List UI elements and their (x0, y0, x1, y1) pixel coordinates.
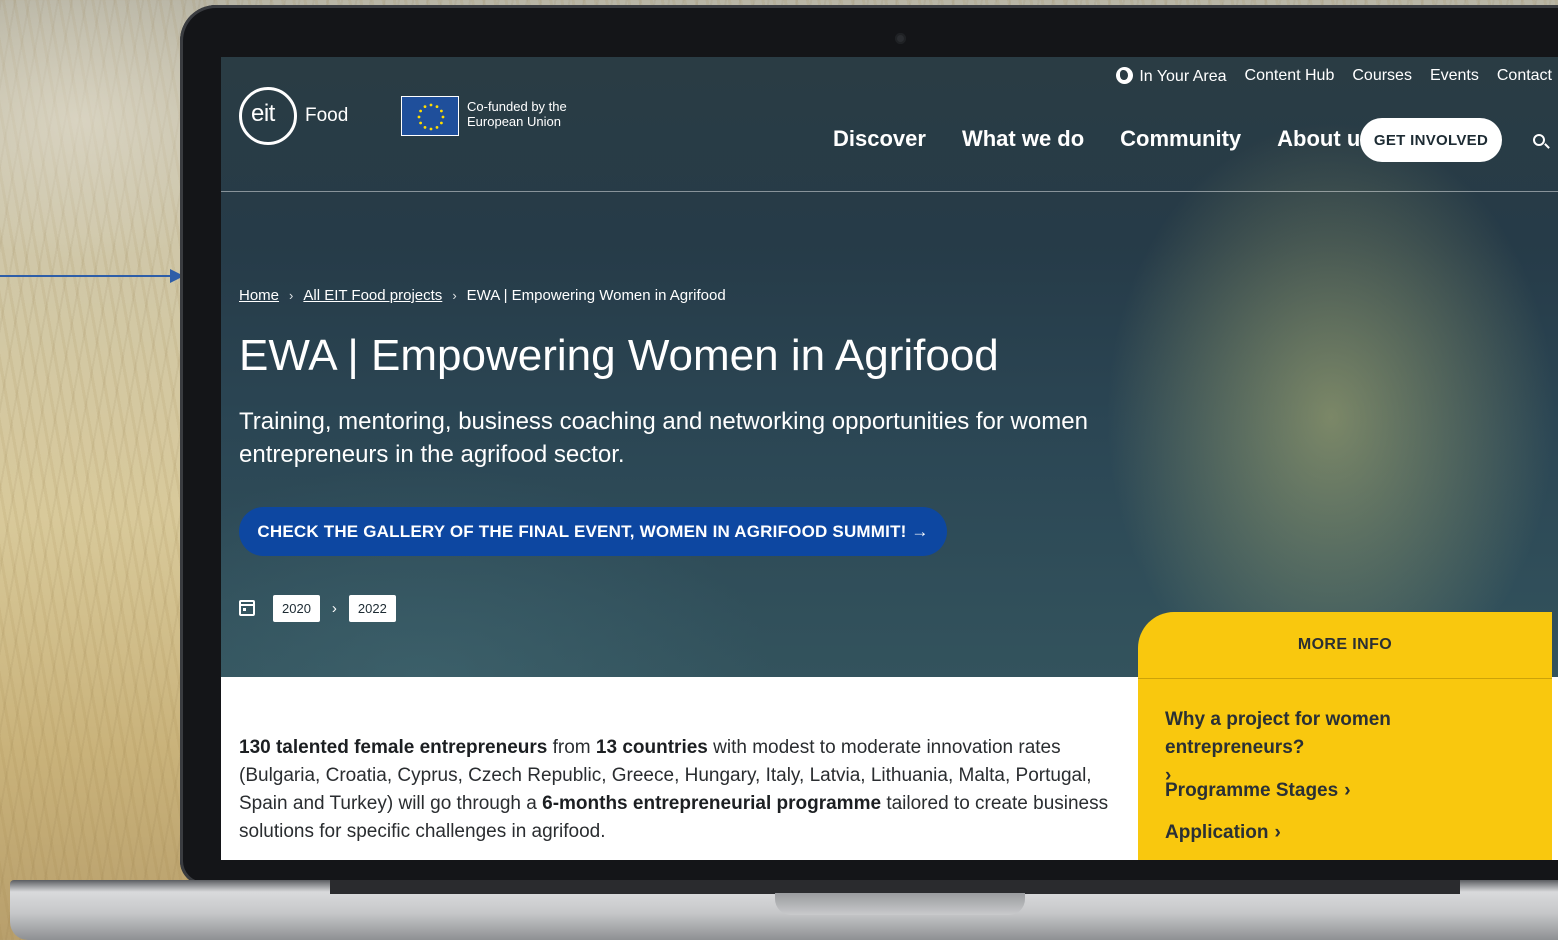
gallery-cta-button[interactable]: CHECK THE GALLERY OF THE FINAL EVENT, WO… (239, 507, 947, 556)
date-end-badge: 2022 (348, 594, 396, 622)
nav-about-us[interactable]: About us (1277, 126, 1372, 152)
page-title: EWA | Empowering Women in Agrifood (239, 331, 999, 380)
logo-brand-text: eit (251, 100, 275, 127)
page-subtitle: Training, mentoring, business coaching a… (239, 408, 1088, 468)
nav-discover[interactable]: Discover (833, 126, 926, 152)
get-involved-button[interactable]: GET INVOLVED (1360, 118, 1502, 162)
more-info-link-programme-stages[interactable]: Programme Stages › (1165, 777, 1535, 805)
main-nav: Discover What we do Community About us (833, 119, 1373, 159)
more-info-link-label: Why a project for women entrepreneurs? (1165, 709, 1391, 758)
utility-nav: In Your Area Content Hub Courses Events … (1116, 65, 1552, 87)
nav-community[interactable]: Community (1120, 126, 1241, 152)
breadcrumb-separator: › (289, 288, 294, 303)
intro-bold-entrepreneurs: 130 talented female entrepreneurs (239, 737, 548, 758)
calendar-icon (239, 600, 255, 616)
nav-what-we-do[interactable]: What we do (962, 126, 1084, 152)
date-start-badge: 2020 (273, 594, 320, 622)
utility-link-in-your-area[interactable]: In Your Area (1116, 66, 1227, 86)
laptop-notch (775, 893, 1025, 915)
chevron-right-icon: › (1344, 780, 1351, 801)
search-icon[interactable] (1533, 134, 1545, 146)
more-info-panel: MORE INFO Why a project for women entrep… (1138, 612, 1552, 860)
hero-section: In Your Area Content Hub Courses Events … (221, 57, 1558, 677)
eu-cofunded-text: Co-funded by the European Union (467, 99, 567, 129)
breadcrumb-home[interactable]: Home (239, 287, 279, 304)
project-dates: 2020 › 2022 (239, 593, 396, 623)
more-info-link-label: Application (1165, 822, 1269, 843)
more-info-link-label: Programme Stages (1165, 780, 1339, 801)
breadcrumb-current: EWA | Empowering Women in Agrifood (466, 287, 726, 304)
pointer-arrow-line (0, 275, 180, 277)
laptop-screen: In Your Area Content Hub Courses Events … (221, 57, 1558, 860)
camera-icon (895, 33, 906, 44)
intro-paragraph: 130 talented female entrepreneurs from 1… (239, 734, 1119, 846)
eu-flag-icon (401, 96, 459, 136)
laptop-hinge (330, 880, 1460, 894)
utility-link-courses[interactable]: Courses (1352, 67, 1412, 85)
date-separator: › (331, 599, 337, 617)
chevron-right-icon: › (1274, 822, 1281, 843)
breadcrumb: Home › All EIT Food projects › EWA | Emp… (239, 287, 726, 304)
more-info-title: MORE INFO (1297, 636, 1393, 653)
header-divider (221, 191, 1558, 192)
breadcrumb-separator: › (452, 288, 457, 303)
intro-bold-countries: 13 countries (595, 737, 708, 758)
logo-product-text: Food (305, 105, 349, 126)
utility-link-contact[interactable]: Contact (1497, 67, 1552, 85)
intro-bold-programme: 6-months entrepreneurial programme (542, 793, 882, 814)
utility-link-events[interactable]: Events (1430, 67, 1479, 85)
utility-link-content-hub[interactable]: Content Hub (1245, 67, 1335, 85)
more-info-divider (1138, 678, 1552, 679)
more-info-link-application[interactable]: Application › (1165, 819, 1535, 847)
intro-text: from (547, 737, 596, 758)
breadcrumb-all-projects[interactable]: All EIT Food projects (303, 287, 442, 304)
globe-icon (1116, 66, 1134, 84)
